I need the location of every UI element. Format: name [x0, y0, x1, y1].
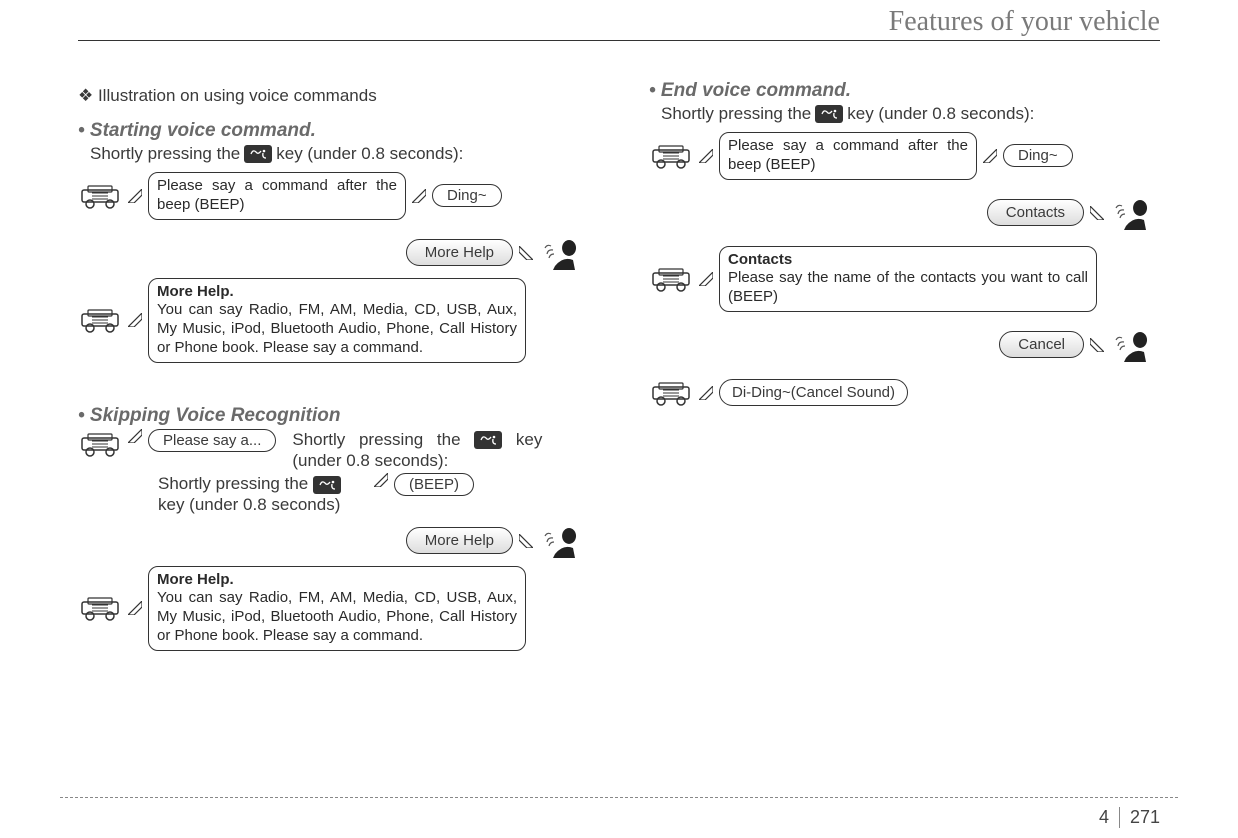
morehelp-body: You can say Radio, FM, AM, Media, CD, US…: [157, 589, 517, 645]
sec2-second-line: Shortly pressing the key (under 0.8 seco…: [158, 473, 368, 516]
contacts-pill: Contacts: [987, 199, 1084, 226]
bubble-tail-icon: [128, 429, 142, 443]
sec1-sub-pre: Shortly pressing the: [90, 144, 240, 164]
sec2-row1: Please say a... Shortly pressing the key…: [78, 429, 589, 472]
more-help-pill: More Help: [406, 527, 513, 554]
sec1-prompt-row: Please say a command after the beep (BEE…: [78, 172, 589, 220]
bubble-tail-icon: [412, 189, 426, 203]
beep-pill: (BEEP): [394, 473, 474, 496]
bubble-tail-icon: [128, 189, 142, 203]
sec3-prompt-row: Please say a command after the beep (BEE…: [649, 132, 1160, 180]
voice-key-icon: [313, 476, 341, 494]
content-columns: ❖ Illustration on using voice commands •…: [78, 80, 1160, 778]
sec2-row2: Shortly pressing the key (under 0.8 seco…: [158, 473, 589, 516]
sec1-ding-pill: Ding~: [432, 184, 502, 207]
sec1-morehelp-body-row: More Help. You can say Radio, FM, AM, Me…: [78, 278, 589, 363]
contacts-title: Contacts: [728, 251, 1088, 270]
morehelp-title: More Help.: [157, 571, 517, 590]
car-icon: [649, 264, 693, 294]
section-skipping-title: • Skipping Voice Recognition: [78, 405, 589, 427]
sec1-morehelp-row: More Help: [78, 238, 589, 268]
sec2-morehelp-bubble: More Help. You can say Radio, FM, AM, Me…: [148, 566, 526, 651]
sec2-morehelp-row: More Help: [78, 526, 589, 556]
page: Features of your vehicle ❖ Illustration …: [0, 0, 1238, 838]
sec3-sub-pre: Shortly pressing the: [661, 104, 811, 124]
page-number-value: 271: [1130, 807, 1160, 828]
sec3-contacts-body-row: Contacts Please say the name of the cont…: [649, 246, 1160, 312]
section-starting-title: • Starting voice command.: [78, 120, 589, 142]
sec2-morehelp-body-row: More Help. You can say Radio, FM, AM, Me…: [78, 566, 589, 651]
car-icon: [78, 305, 122, 335]
sec2-rt-pre: Shortly pressing the: [292, 430, 474, 449]
bubble-tail-icon: [699, 149, 713, 163]
bubble-tail-icon: [1090, 338, 1104, 352]
bubble-tail-icon: [374, 473, 388, 487]
bubble-tail-icon: [519, 246, 533, 260]
car-icon: [649, 141, 693, 171]
bubble-tail-icon: [128, 601, 142, 615]
voice-key-icon: [244, 145, 272, 163]
sec3-cancel-row: Cancel: [649, 330, 1160, 360]
bubble-tail-icon: [128, 313, 142, 327]
footer-dashed-rule: [60, 797, 1178, 798]
car-icon: [78, 181, 122, 211]
page-section-number: 4: [1099, 807, 1120, 828]
cancel-pill: Cancel: [999, 331, 1084, 358]
right-column: • End voice command. Shortly pressing th…: [649, 80, 1160, 778]
cancel-sound-bubble: Di-Ding~(Cancel Sound): [719, 379, 908, 406]
sec3-sub-post: key (under 0.8 seconds):: [847, 104, 1034, 124]
sec1-sub-post: key (under 0.8 seconds):: [276, 144, 463, 164]
more-help-pill: More Help: [406, 239, 513, 266]
sec3-contacts-bubble: Contacts Please say the name of the cont…: [719, 246, 1097, 312]
intro-line: ❖ Illustration on using voice commands: [78, 86, 589, 106]
sec3-ding-pill: Ding~: [1003, 144, 1073, 167]
page-header-title: Features of your vehicle: [889, 6, 1160, 38]
sec2-right-text: Shortly pressing the key (under 0.8 seco…: [292, 429, 542, 472]
sec1-morehelp-bubble: More Help. You can say Radio, FM, AM, Me…: [148, 278, 526, 363]
person-speaking-icon: [1110, 198, 1154, 228]
bubble-tail-icon: [1090, 206, 1104, 220]
section-end-sub: Shortly pressing the key (under 0.8 seco…: [661, 104, 1160, 124]
car-icon: [78, 593, 122, 623]
bubble-tail-icon: [519, 534, 533, 548]
contacts-body: Please say the name of the contacts you …: [728, 269, 1088, 307]
voice-key-icon: [815, 105, 843, 123]
bubble-tail-icon: [699, 272, 713, 286]
sec3-cancelsound-row: Di-Ding~(Cancel Sound): [649, 378, 1160, 408]
morehelp-title: More Help.: [157, 283, 517, 302]
person-speaking-icon: [539, 238, 583, 268]
section-starting-sub: Shortly pressing the key (under 0.8 seco…: [90, 144, 589, 164]
person-speaking-icon: [539, 526, 583, 556]
page-number: 4 271: [1099, 807, 1160, 828]
bubble-tail-icon: [983, 149, 997, 163]
person-speaking-icon: [1110, 330, 1154, 360]
bubble-tail-icon: [699, 386, 713, 400]
left-column: ❖ Illustration on using voice commands •…: [78, 80, 589, 778]
sec2-sl-post: key (under 0.8 seconds): [158, 495, 340, 514]
morehelp-body: You can say Radio, FM, AM, Media, CD, US…: [157, 301, 517, 357]
sec2-sl-pre: Shortly pressing the: [158, 474, 313, 493]
section-end-title: • End voice command.: [649, 80, 1160, 102]
car-icon: [78, 429, 122, 459]
please-say-bubble: Please say a...: [148, 429, 276, 452]
car-icon: [649, 378, 693, 408]
sec3-prompt-bubble: Please say a command after the beep (BEE…: [719, 132, 977, 180]
header-rule: [78, 40, 1160, 41]
sec3-contacts-row: Contacts: [649, 198, 1160, 228]
voice-key-icon: [474, 431, 502, 449]
sec1-prompt-bubble: Please say a command after the beep (BEE…: [148, 172, 406, 220]
